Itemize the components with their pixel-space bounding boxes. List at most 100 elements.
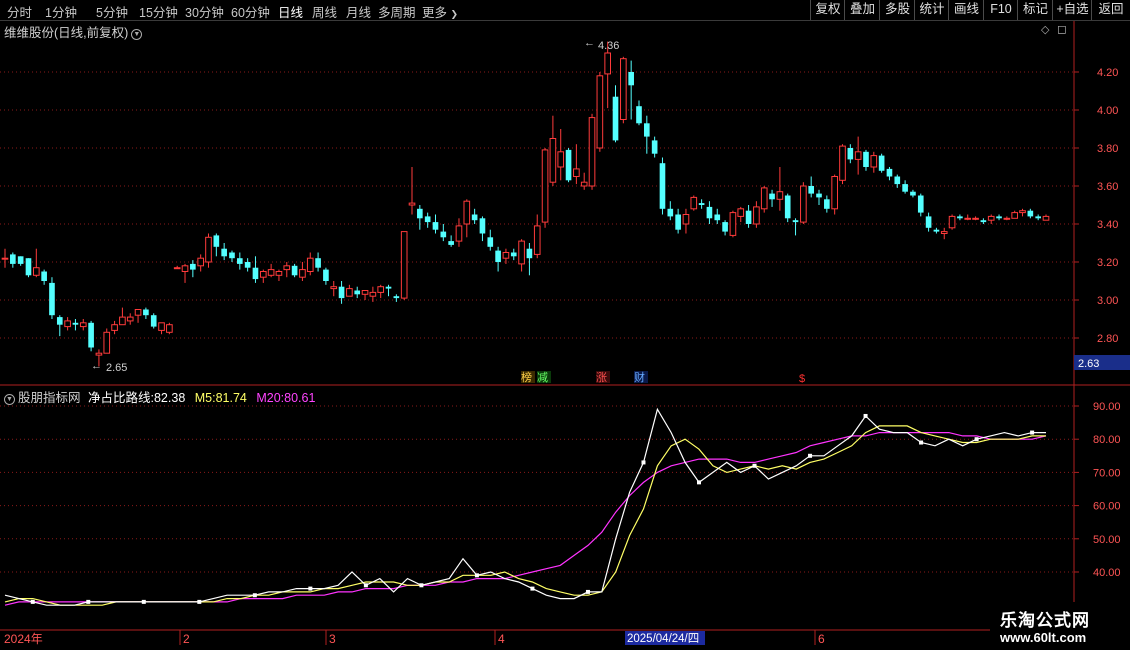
candle-body-up (166, 324, 173, 333)
low-arrow: ← (91, 360, 102, 372)
marker-reduce[interactable]: 减 (537, 371, 548, 384)
chevron-right-icon: ❯ (450, 9, 459, 19)
candle-body-down (886, 168, 893, 177)
candle-body-up (549, 138, 557, 183)
tab-1min[interactable]: 1分钟 (45, 2, 77, 21)
marker-rank[interactable]: 榜 (521, 370, 532, 384)
indicator-point (1030, 430, 1035, 435)
candle-body-down (385, 286, 392, 289)
overlay-button[interactable]: 叠加 (844, 0, 880, 20)
candle-body-down (667, 208, 674, 217)
candle-body-up (776, 191, 784, 200)
m5-label: M5: (194, 391, 216, 405)
price-tick-label: 3.00 (1097, 295, 1118, 307)
candle-body-down (471, 214, 478, 221)
candle-body-down (323, 269, 329, 281)
candle-body-up (760, 187, 768, 210)
candle-body-down (792, 220, 799, 223)
candle-body-up (604, 52, 612, 75)
indicator-point (808, 453, 813, 458)
marker-limit-up[interactable]: 涨 (596, 371, 607, 384)
candle-body-up (533, 225, 541, 255)
indicator-point (752, 463, 757, 468)
candle-body-up (737, 208, 745, 217)
indicator-point (141, 599, 146, 604)
candle-body-down (10, 254, 16, 264)
candle-body-down (236, 258, 243, 264)
indicator-axis: 90.00 80.00 70.00 60.00 50.00 40.00 (1074, 401, 1121, 579)
indicator-point (252, 593, 257, 598)
diamond-icon[interactable]: ◇ (1041, 23, 1049, 36)
candle-body-up (682, 214, 690, 225)
tab-weekly[interactable]: 周线 (312, 2, 337, 21)
candle-body-up (831, 176, 838, 210)
tab-60min[interactable]: 60分钟 (231, 2, 270, 21)
date-label: 6 (818, 632, 825, 646)
candle-body-down (824, 199, 830, 209)
candle-body-up (854, 151, 862, 160)
candle-body-up (1011, 212, 1019, 219)
tab-5min[interactable]: 5分钟 (96, 2, 128, 21)
candle-body-down (565, 149, 572, 181)
indicator-tick-label: 40.00 (1093, 567, 1121, 579)
candle-body-up (346, 288, 353, 297)
candle-body-down (957, 216, 963, 219)
multi-stock-button[interactable]: 多股 (879, 0, 915, 20)
candle-body-up (79, 322, 87, 328)
main-grid (0, 71, 1074, 339)
candle-body-up (557, 151, 565, 168)
marker-finance[interactable]: 财 (634, 370, 645, 384)
candle-body-down (338, 286, 345, 299)
stats-button[interactable]: 统计 (914, 0, 949, 20)
marker-dollar[interactable]: $ (799, 373, 805, 385)
back-button[interactable]: 返回 (1091, 0, 1130, 20)
candle-body-down (769, 193, 775, 200)
tab-more[interactable]: 更多 ❯ (422, 2, 458, 21)
indicator-name: 股朋指标网 (18, 391, 81, 405)
candle-body-up (518, 240, 525, 265)
candle-body-up (306, 257, 314, 273)
date-label: 2 (183, 632, 190, 646)
candle-body-up (588, 117, 596, 187)
chevron-down-icon[interactable]: ▼ (131, 29, 143, 40)
mark-button[interactable]: 标记 (1017, 0, 1053, 20)
candle-body-up (369, 291, 377, 297)
candle-body-up (964, 217, 972, 220)
low-label: 2.65 (106, 362, 127, 374)
tab-15min[interactable]: 15分钟 (139, 2, 178, 21)
tab-30min[interactable]: 30分钟 (185, 2, 224, 21)
tab-monthly[interactable]: 月线 (346, 2, 371, 21)
main-chart-title: 维维股份(日线,前复权) ▼ (4, 22, 143, 41)
candle-body-down (745, 210, 752, 224)
add-watchlist-button[interactable]: +自选 (1052, 0, 1092, 20)
candle-body-up (839, 145, 846, 181)
candle-body-down (417, 208, 423, 219)
candle-body-up (173, 267, 181, 270)
tab-intraday[interactable]: 分时 (7, 2, 32, 21)
restore-icon[interactable]: ◻ (1057, 22, 1067, 36)
adjust-button[interactable]: 复权 (810, 0, 845, 20)
candle-body-down (143, 309, 149, 316)
candle-body-down (432, 222, 439, 230)
candle-body-up (408, 202, 416, 206)
candle-body-down (479, 218, 486, 234)
candle-body-up (275, 271, 283, 276)
draw-line-button[interactable]: 画线 (948, 0, 984, 20)
candle-body-down (510, 252, 517, 257)
tab-daily[interactable]: 日线 (278, 2, 303, 21)
candle-body-up (987, 215, 995, 221)
f10-button[interactable]: F10 (983, 0, 1018, 20)
watermark-title: 乐淘公式网 (1000, 611, 1090, 630)
candle-body-down (659, 163, 666, 209)
candle-body-down (933, 229, 940, 232)
candle-body-up (64, 320, 71, 328)
candle-body-up (690, 196, 698, 210)
chevron-down-icon[interactable]: ▼ (4, 394, 15, 405)
tab-multi-period[interactable]: 多周期 (378, 2, 416, 21)
price-tag-bg (1074, 355, 1130, 370)
candle-body-down (816, 193, 822, 198)
candle-body-up (948, 215, 956, 229)
marker-bg (521, 371, 535, 383)
candle-body-down (190, 263, 196, 270)
candle-body-down (714, 214, 721, 221)
